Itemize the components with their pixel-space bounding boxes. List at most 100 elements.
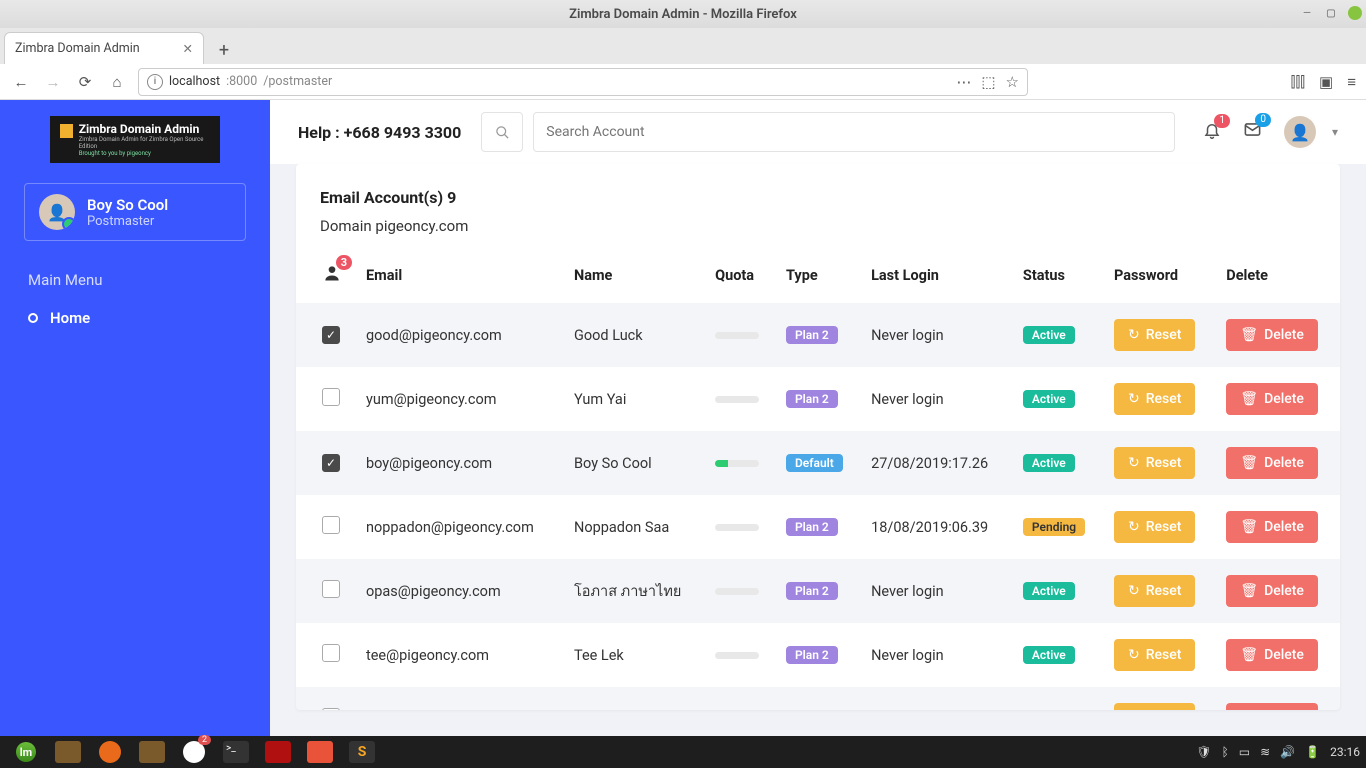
table-row: noppadon@pigeoncy.com Noppadon Saa Plan … xyxy=(296,495,1340,559)
type-badge: Plan 2 xyxy=(786,582,838,600)
type-badge: Plan 2 xyxy=(786,518,838,536)
col-delete[interactable]: Delete xyxy=(1216,247,1340,303)
cell-status: Active xyxy=(1013,687,1104,710)
search-input[interactable] xyxy=(533,112,1175,152)
row-checkbox[interactable] xyxy=(322,516,340,534)
search-icon xyxy=(495,125,510,140)
sidebar-toggle-icon[interactable]: ▣ xyxy=(1319,73,1333,91)
window-close[interactable] xyxy=(1348,6,1362,20)
user-role: Postmaster xyxy=(87,214,168,229)
browser-tab[interactable]: Zimbra Domain Admin ✕ xyxy=(4,32,204,64)
row-checkbox[interactable] xyxy=(322,644,340,662)
nav-home-icon[interactable]: ⌂ xyxy=(106,73,128,91)
new-tab-button[interactable]: + xyxy=(210,36,238,64)
table-row: yum@pigeoncy.com Yum Yai Plan 2 Never lo… xyxy=(296,367,1340,431)
cell-status: Active xyxy=(1013,303,1104,367)
taskbar-sublime[interactable]: S xyxy=(342,738,382,766)
delete-button[interactable]: 🗑Delete xyxy=(1226,447,1318,479)
row-checkbox[interactable] xyxy=(322,708,340,710)
sidebar-item-label: Home xyxy=(50,309,90,327)
tray-bluetooth-icon[interactable]: ᛒ xyxy=(1222,745,1229,759)
trash-icon: 🗑 xyxy=(1240,647,1258,663)
window-maximize[interactable]: ▢ xyxy=(1324,6,1338,20)
taskbar-filezilla[interactable] xyxy=(258,738,298,766)
col-last-login[interactable]: Last Login xyxy=(861,247,1013,303)
reset-button[interactable]: ↻Reset xyxy=(1114,639,1195,671)
reset-button[interactable]: ↻Reset xyxy=(1114,383,1195,415)
type-badge: Plan 2 xyxy=(786,390,838,408)
cell-name: Noppadon Saa xyxy=(564,495,705,559)
reset-button[interactable]: ↻Reset xyxy=(1114,319,1195,351)
delete-button[interactable]: 🗑Delete xyxy=(1226,383,1318,415)
cell-quota xyxy=(705,623,776,687)
cell-quota xyxy=(705,431,776,495)
reset-button[interactable]: ↻Reset xyxy=(1114,575,1195,607)
col-quota[interactable]: Quota xyxy=(705,247,776,303)
row-checkbox[interactable] xyxy=(322,388,340,406)
delete-button[interactable]: 🗑Delete xyxy=(1226,639,1318,671)
row-checkbox[interactable]: ✓ xyxy=(322,454,340,472)
bookmark-icon[interactable]: ☆ xyxy=(1006,73,1019,91)
messages-button[interactable]: 0 xyxy=(1243,120,1262,144)
cell-last-login: Never login xyxy=(861,687,1013,710)
page-actions-icon[interactable]: ⋯ xyxy=(956,73,971,91)
taskbar-files2[interactable] xyxy=(132,738,172,766)
topbar: Help : +668 9493 3300 1 0 👤 ▾ xyxy=(270,100,1366,164)
sidebar-item-home[interactable]: Home xyxy=(0,297,270,339)
tab-close-icon[interactable]: ✕ xyxy=(183,41,193,57)
taskbar-files[interactable] xyxy=(48,738,88,766)
tray-network-icon[interactable]: ≋ xyxy=(1260,745,1270,759)
reset-button[interactable]: ↻Reset xyxy=(1114,703,1195,710)
nav-back-icon[interactable]: ← xyxy=(10,73,32,91)
tray-battery-icon[interactable]: 🔋 xyxy=(1305,745,1320,759)
tray-volume-icon[interactable]: 🔊 xyxy=(1280,745,1295,759)
reset-button[interactable]: ↻Reset xyxy=(1114,447,1195,479)
trash-icon: 🗑 xyxy=(1240,327,1258,343)
library-icon[interactable]: ⫿⫿⫿ xyxy=(1291,73,1305,91)
reset-button[interactable]: ↻Reset xyxy=(1114,511,1195,543)
cell-type: Plan 2 xyxy=(776,367,861,431)
url-bar[interactable]: i localhost:8000/postmaster ⋯ ⬚ ☆ xyxy=(138,68,1028,96)
start-menu-button[interactable]: lm xyxy=(6,738,46,766)
tray-display-icon[interactable]: ▭ xyxy=(1239,745,1250,759)
col-name[interactable]: Name xyxy=(564,247,705,303)
trash-icon: 🗑 xyxy=(1240,583,1258,599)
profile-avatar[interactable]: 👤 xyxy=(1284,116,1316,148)
row-checkbox[interactable]: ✓ xyxy=(322,326,340,344)
chevron-down-icon[interactable]: ▾ xyxy=(1332,125,1338,139)
row-checkbox[interactable] xyxy=(322,580,340,598)
url-host: localhost xyxy=(169,74,220,89)
nav-forward-icon[interactable]: → xyxy=(42,73,64,91)
window-minimize[interactable]: — xyxy=(1300,6,1314,20)
reload-icon: ↻ xyxy=(1128,455,1140,471)
menu-icon[interactable]: ≡ xyxy=(1347,73,1356,91)
cell-email: youme@pigeoncy.com xyxy=(356,687,564,710)
cell-email: good@pigeoncy.com xyxy=(356,303,564,367)
cell-last-login: Never login xyxy=(861,623,1013,687)
tray-shield-icon[interactable]: 🛡 xyxy=(1196,745,1211,759)
cell-name: Good Luck xyxy=(564,303,705,367)
col-status[interactable]: Status xyxy=(1013,247,1104,303)
notifications-button[interactable]: 1 xyxy=(1203,121,1221,144)
delete-button[interactable]: 🗑Delete xyxy=(1226,575,1318,607)
pocket-icon[interactable]: ⬚ xyxy=(981,73,995,91)
taskbar-chrome[interactable]: 2 xyxy=(174,738,214,766)
col-type[interactable]: Type xyxy=(776,247,861,303)
tray-clock[interactable]: 23:16 xyxy=(1330,745,1360,759)
user-card[interactable]: 👤 Boy So Cool Postmaster xyxy=(24,183,246,241)
cell-type: Plan 2 xyxy=(776,495,861,559)
col-password[interactable]: Password xyxy=(1104,247,1216,303)
browser-navbar: ← → ⟳ ⌂ i localhost:8000/postmaster ⋯ ⬚ … xyxy=(0,64,1366,100)
site-info-icon[interactable]: i xyxy=(147,74,163,90)
delete-button[interactable]: 🗑Delete xyxy=(1226,703,1318,710)
search-button[interactable] xyxy=(481,112,523,152)
cell-status: Active xyxy=(1013,559,1104,623)
delete-button[interactable]: 🗑Delete xyxy=(1226,319,1318,351)
delete-button[interactable]: 🗑Delete xyxy=(1226,511,1318,543)
col-email[interactable]: Email xyxy=(356,247,564,303)
nav-reload-icon[interactable]: ⟳ xyxy=(74,73,96,91)
taskbar-gitlab[interactable] xyxy=(300,738,340,766)
taskbar-firefox[interactable] xyxy=(90,738,130,766)
taskbar-terminal[interactable] xyxy=(216,738,256,766)
cell-quota xyxy=(705,495,776,559)
